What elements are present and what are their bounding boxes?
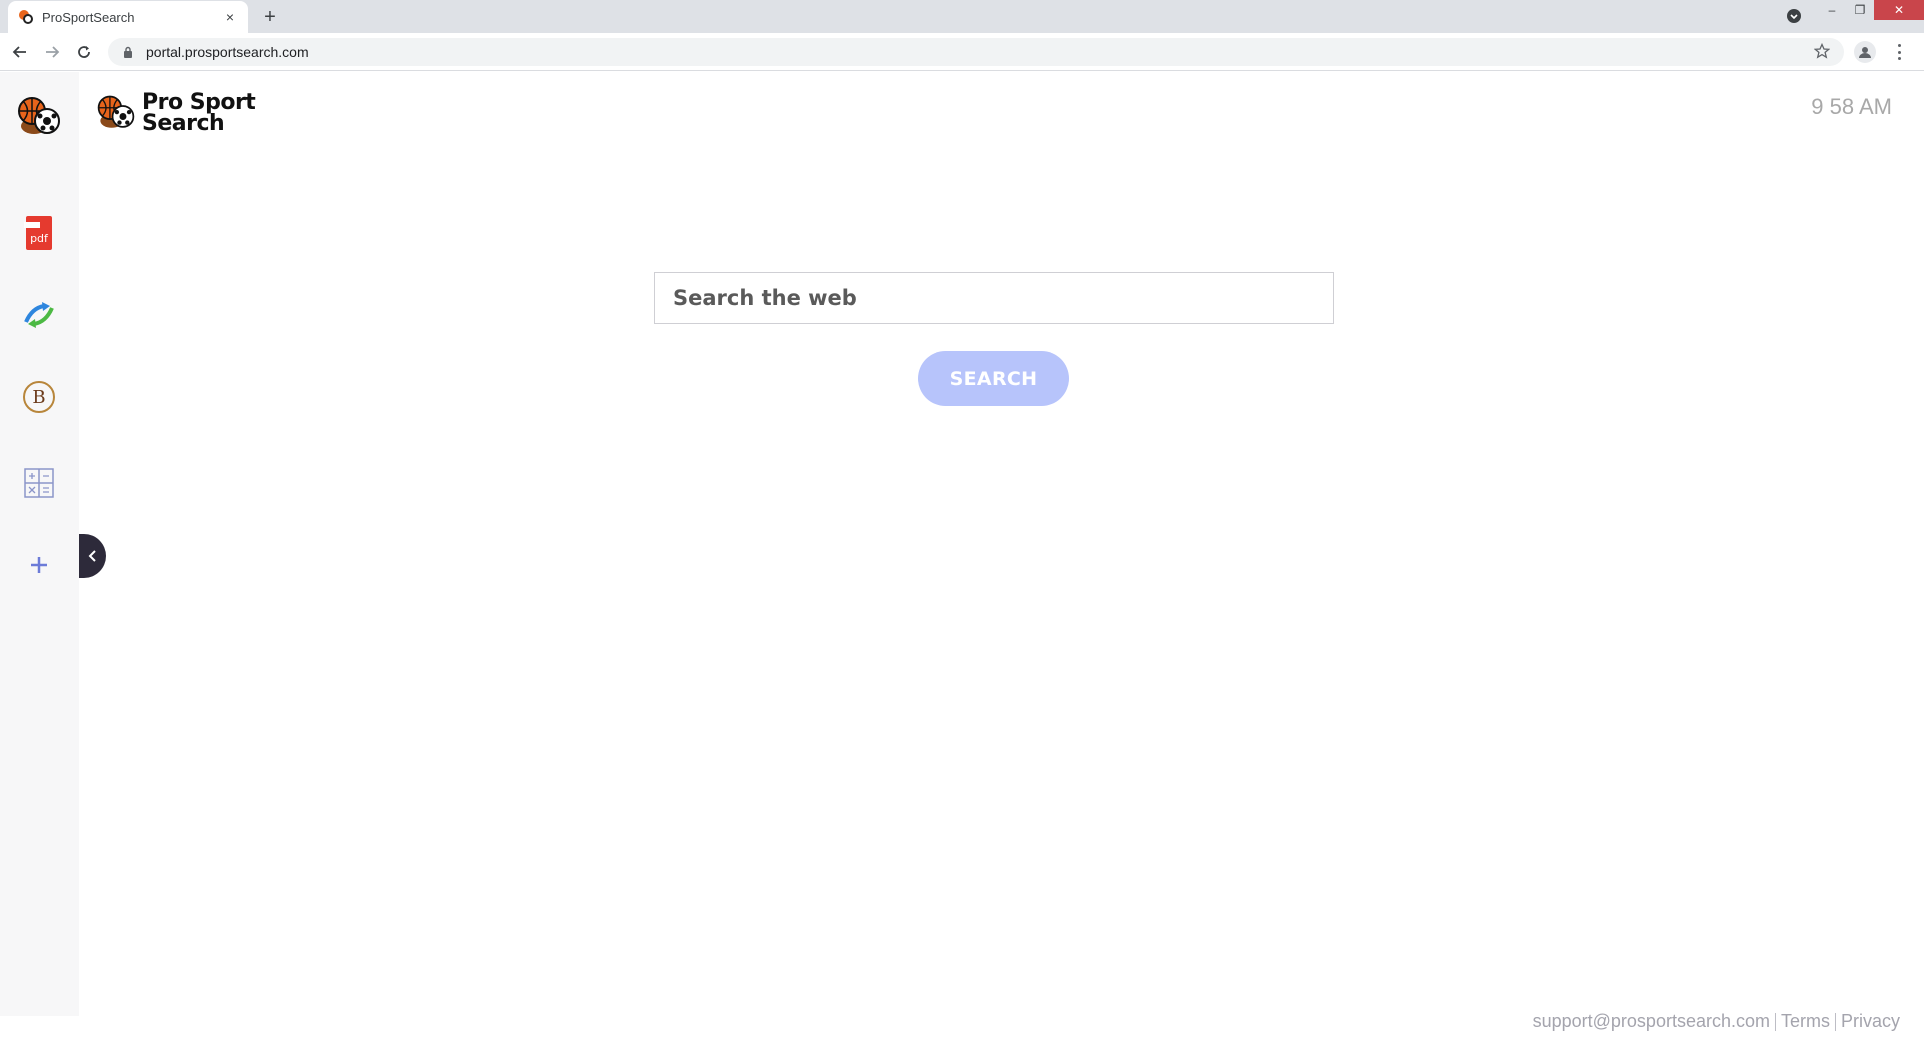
logo-line-1: Pro Sport [142,90,256,115]
browser-toolbar: portal.prosportsearch.com [0,33,1924,71]
profile-avatar-icon[interactable] [1854,41,1876,63]
tab-title: ProSportSearch [42,9,135,25]
address-bar[interactable]: portal.prosportsearch.com [108,38,1844,66]
new-tab-button[interactable]: + [258,5,282,29]
bitcoin-b-icon[interactable]: B [16,374,62,420]
reload-icon[interactable] [72,40,96,64]
browser-tab[interactable]: ProSportSearch × [8,1,248,33]
url-text: portal.prosportsearch.com [146,44,309,60]
swirl-arrow-icon[interactable] [16,292,62,338]
plus-icon[interactable] [16,542,62,588]
site-logo[interactable]: Pro Sport Search [96,90,256,136]
footer-divider [1834,1012,1836,1031]
tab-close-icon[interactable]: × [222,9,238,25]
search-button[interactable]: SEARCH [918,351,1069,406]
calculator-icon[interactable] [16,460,62,506]
support-email-link[interactable]: support@prosportsearch.com [1533,1011,1770,1032]
window-close-button[interactable]: ✕ [1874,0,1924,20]
forward-arrow-icon[interactable] [40,40,64,64]
sports-balls-icon[interactable] [16,94,62,140]
tab-search-icon[interactable] [1784,6,1804,26]
window-restore-button[interactable]: ❐ [1846,0,1874,20]
window-minimize-button[interactable]: – [1818,0,1846,20]
page-content: pdf B Pro Sport Search 9 58 AM Search th… [0,72,1924,1038]
logo-text: Pro Sport Search [142,90,256,136]
sidebar-collapse-button[interactable] [79,534,106,578]
logo-line-2: Search [142,111,225,136]
terms-link[interactable]: Terms [1781,1011,1830,1032]
clock: 9 58 AM [1811,94,1892,119]
pdf-icon[interactable]: pdf [16,210,62,256]
browser-menu-icon[interactable] [1890,42,1908,62]
lock-icon [120,46,136,58]
svg-text:pdf: pdf [30,232,49,245]
browser-tab-strip: ProSportSearch × + – ❐ ✕ [0,0,1924,33]
bookmark-star-icon[interactable] [1813,42,1831,64]
back-arrow-icon[interactable] [8,40,32,64]
privacy-link[interactable]: Privacy [1841,1011,1900,1032]
chevron-left-icon [88,550,96,562]
footer-divider [1774,1012,1776,1031]
footer: support@prosportsearch.com Terms Privacy [1533,1011,1900,1032]
svg-text:B: B [32,387,45,408]
site-favicon-icon [18,9,34,25]
search-input[interactable] [654,272,1334,324]
logo-icon [97,95,135,128]
sidebar: pdf B [0,72,79,1016]
